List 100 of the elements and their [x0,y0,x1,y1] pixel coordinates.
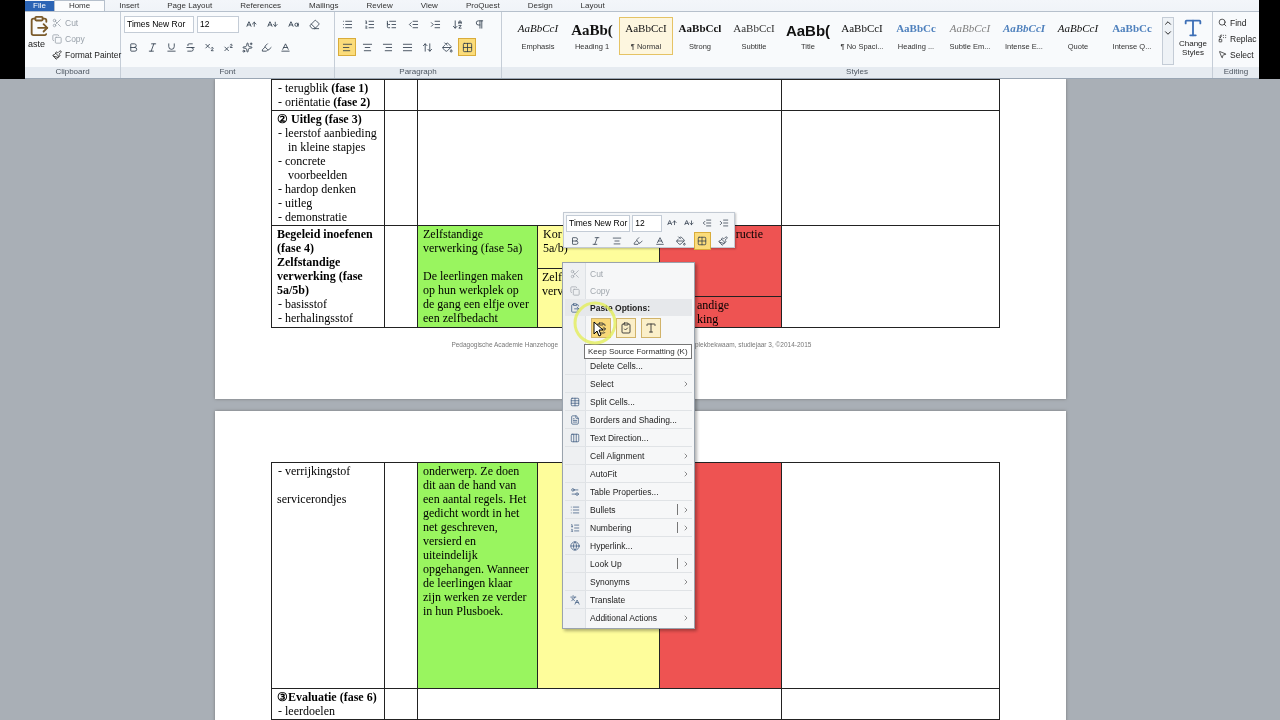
ribbon-tab[interactable]: File [25,1,54,11]
ribbon-tab[interactable]: Design [513,1,567,11]
globe-icon [570,540,580,551]
underline-icon [165,41,177,53]
shading-icon [441,41,453,53]
ribbon-tab[interactable]: View [406,1,452,11]
multilevel-list-icon [385,18,397,30]
pilcrow-icon [473,18,485,30]
shrink-font-icon [266,18,278,30]
numbering-icon [363,18,375,30]
style-preview: AaBbCcI [1057,22,1099,34]
editing-button[interactable]: Replac [1216,31,1259,46]
menu-item[interactable]: Select [565,374,692,392]
italic-icon [146,41,158,53]
style-preview: AaBbCcI [733,22,775,34]
font-size-field[interactable]: 12 [197,15,239,33]
ribbon-tab[interactable]: Page Layout [153,1,227,11]
menu-item[interactable]: AutoFit [565,464,692,482]
gallery-scroll[interactable] [1162,17,1174,65]
increase-indent-icon [429,18,441,30]
menu-item[interactable]: Split Cells... [565,392,692,410]
style-preview: AaBbCcI [625,22,667,34]
ribbon-tab[interactable]: Review [352,1,407,11]
keep-formatting-icon [595,322,607,334]
cell-text: Zelf [542,270,562,284]
paste-button[interactable]: aste [28,39,50,49]
brush-icon [52,49,62,60]
replace-icon [1218,34,1227,43]
sort-icon [451,18,463,30]
highlighter-icon [633,236,644,246]
style-preview: AaBbCc [1112,22,1152,34]
menu-item[interactable]: Bullets [565,500,692,518]
cell-text: Begeleid inoefenen (fase 4) [277,227,374,255]
menu-item[interactable]: Table Properties... [565,482,692,500]
table-properties-icon [570,486,580,497]
table-icon [570,396,580,407]
style-preview: AaBbCc [896,22,936,34]
menu-item[interactable]: Borders and Shading... [565,410,692,428]
ribbon-tab[interactable]: Mailings [295,1,353,11]
cell-text: - demonstratie [277,210,348,224]
font-name-field[interactable]: Times New Ror [566,214,631,232]
ribbon-tab[interactable]: Layout [566,1,619,11]
strikethrough-icon [184,41,196,53]
borders-icon [697,236,708,246]
group-label: Styles [502,67,1212,78]
shrink-font-icon [684,218,695,228]
menu-item[interactable]: Additional Actions [565,608,692,626]
bold-icon [569,236,580,246]
cell-text: king [697,312,719,326]
style-preview: AaBbCcI [949,22,991,34]
cell-text: ② Uitleg (fase 3) [277,112,363,126]
highlighter-icon [260,41,272,53]
ribbon-tab[interactable]: ProQuest [451,1,514,11]
cell-text: Zelfstandige verwerking (fase 5a/5b) [277,255,364,297]
cell-text: verv [542,284,564,298]
grow-font-icon [245,18,257,30]
menu-item[interactable]: Cell Alignment [565,446,692,464]
menu-item[interactable]: Translate [565,590,692,608]
menu-item[interactable]: Hyperlink... [565,536,692,554]
text-effects-icon [241,41,253,53]
clipboard-button[interactable]: Format Painter [50,47,124,62]
font-size-field[interactable]: 12 [632,214,662,232]
decrease-indent-icon [407,18,419,30]
merge-formatting-icon [620,322,632,334]
ribbon-tab[interactable]: Insert [105,1,154,11]
cell-text: - leerstof aanbieding in kleine stapjes [277,126,378,154]
group-label: Paragraph [335,67,501,78]
bold-icon [127,41,139,53]
bullets-icon [341,18,353,30]
group-label: Font [121,67,334,78]
cell-text: Kor [543,227,562,241]
brush-icon [718,236,729,246]
ribbon-tab[interactable]: References [226,1,296,11]
style-preview: AaBbCcI [841,22,883,34]
cell-text: - oriëntatie (fase 2) [277,95,372,109]
borders-icon [461,41,473,53]
menu-item[interactable]: Look Up [565,554,692,572]
paste-icon[interactable] [28,15,50,37]
editing-button[interactable]: Find [1216,15,1259,30]
font-name-field[interactable]: Times New Ror [124,15,194,33]
editing-button[interactable]: Select [1216,47,1259,62]
cell-text: De leerlingen maken op hun werkplek op de gang een elfje over een zelfbedacht [423,269,530,325]
line-spacing-icon [421,41,433,53]
text-direction-icon [570,432,580,443]
style-preview: AaBbCcI [517,22,559,34]
tooltip: Keep Source Formatting (K) [584,344,692,359]
style-preview: AaBbCcl [678,22,722,34]
font-color-icon [654,236,665,246]
group-label: Editing [1213,67,1259,78]
change-styles-button[interactable]: Change Styles [1177,15,1209,67]
center-icon [612,236,623,246]
ribbon-tab[interactable]: Home [53,0,106,11]
menu-item[interactable]: Synonyms [565,572,692,590]
cell-text: - leerdoelen [277,704,336,718]
menu-item[interactable]: Numbering [565,518,692,536]
cell-text: servicerondjes [277,492,348,506]
menu-item[interactable]: Delete Cells... [565,357,692,374]
menu-item[interactable]: Text Direction... [565,428,692,446]
pointer-icon [1218,50,1227,59]
cell-text: - basisstof [277,297,328,311]
